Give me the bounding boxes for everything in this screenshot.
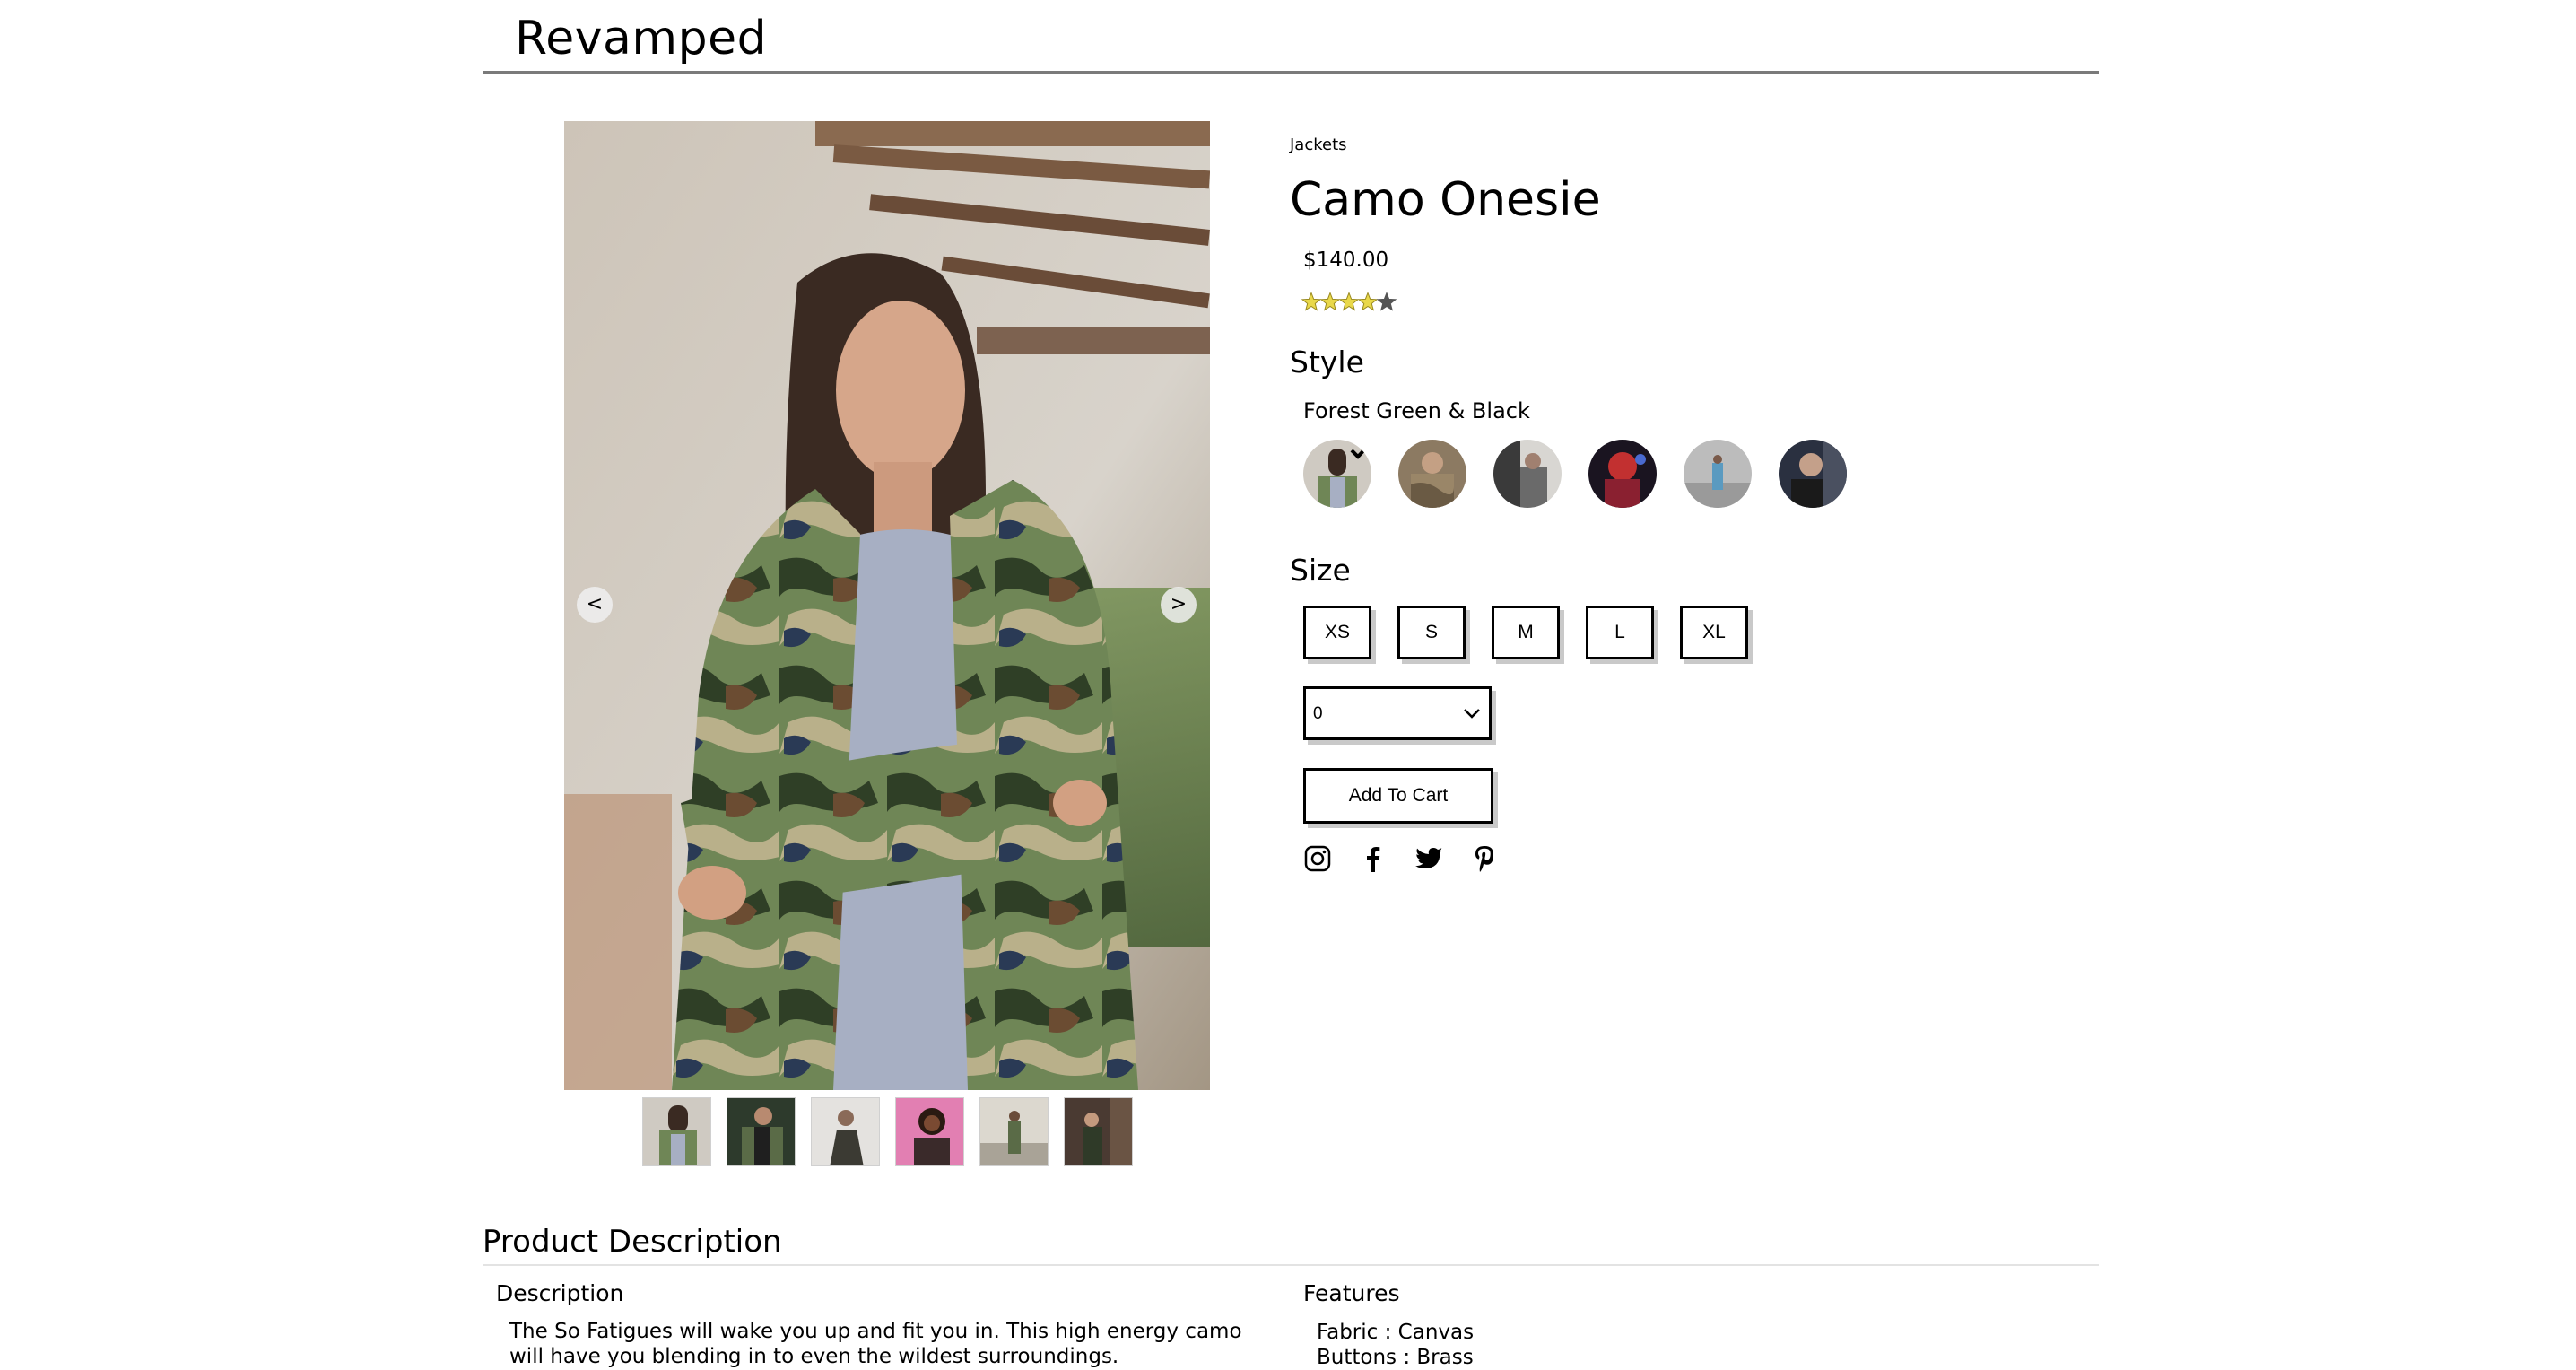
product-price: $140.00: [1303, 249, 1389, 272]
selected-style-name: Forest Green & Black: [1303, 398, 1530, 423]
star-filled-icon: [1319, 292, 1341, 311]
social-share: [1303, 844, 1499, 873]
selected-check-icon: [1350, 441, 1371, 459]
style-heading: Style: [1290, 345, 1364, 380]
style-swatch-1[interactable]: [1303, 440, 1371, 508]
size-button-xs[interactable]: XS: [1303, 606, 1371, 659]
product-category: Jackets: [1290, 135, 1347, 154]
description-text: The So Fatigues will wake you up and fit…: [509, 1320, 1242, 1368]
size-button-s[interactable]: S: [1397, 606, 1466, 659]
product-title: Camo Onesie: [1290, 173, 1601, 227]
style-swatch-2[interactable]: [1398, 440, 1466, 508]
star-filled-icon: [1338, 292, 1360, 311]
chevron-down-icon: [1464, 709, 1480, 719]
star-filled-icon: [1301, 292, 1322, 311]
quantity-select[interactable]: 0: [1303, 686, 1492, 740]
quantity-value: 0: [1313, 704, 1323, 723]
thumbnail-1[interactable]: [642, 1097, 711, 1166]
size-button-m[interactable]: M: [1492, 606, 1560, 659]
size-selector: XS S M L XL: [1303, 606, 1748, 659]
facebook-icon[interactable]: [1359, 844, 1388, 873]
instagram-icon[interactable]: [1303, 844, 1332, 873]
description-subheading: Description: [496, 1280, 624, 1306]
description-divider: [483, 1264, 2099, 1266]
header-divider: [483, 71, 2099, 74]
style-selector: [1303, 440, 1847, 508]
brand-logo[interactable]: Revamped: [515, 7, 767, 70]
size-heading: Size: [1290, 553, 1351, 588]
twitter-icon[interactable]: [1414, 844, 1443, 873]
main-product-image: < >: [564, 121, 1210, 1090]
features-list: Fabric : Canvas Buttons : Brass: [1317, 1320, 1474, 1370]
size-button-l[interactable]: L: [1586, 606, 1654, 659]
thumbnail-4[interactable]: [895, 1097, 964, 1166]
carousel-next-button[interactable]: >: [1161, 587, 1197, 623]
thumbnail-strip: [642, 1097, 1133, 1166]
style-swatch-3[interactable]: [1493, 440, 1562, 508]
feature-item: Fabric : Canvas: [1317, 1321, 1475, 1344]
carousel-prev-button[interactable]: <: [577, 587, 613, 623]
style-swatch-4[interactable]: [1588, 440, 1657, 508]
star-empty-icon: [1376, 292, 1397, 311]
feature-item: Buttons : Brass: [1317, 1346, 1474, 1369]
thumbnail-3[interactable]: [811, 1097, 880, 1166]
size-button-xl[interactable]: XL: [1680, 606, 1748, 659]
star-filled-icon: [1357, 292, 1379, 311]
thumbnail-6[interactable]: [1064, 1097, 1133, 1166]
style-swatch-6[interactable]: [1779, 440, 1847, 508]
thumbnail-2[interactable]: [727, 1097, 796, 1166]
pinterest-icon[interactable]: [1470, 844, 1499, 873]
model-photo: [564, 121, 1210, 1090]
thumbnail-5[interactable]: [979, 1097, 1049, 1166]
star-rating: [1301, 289, 1400, 316]
features-heading: Features: [1303, 1280, 1400, 1306]
product-description-heading: Product Description: [483, 1224, 782, 1260]
style-swatch-5[interactable]: [1684, 440, 1752, 508]
add-to-cart-button[interactable]: Add To Cart: [1303, 768, 1493, 824]
